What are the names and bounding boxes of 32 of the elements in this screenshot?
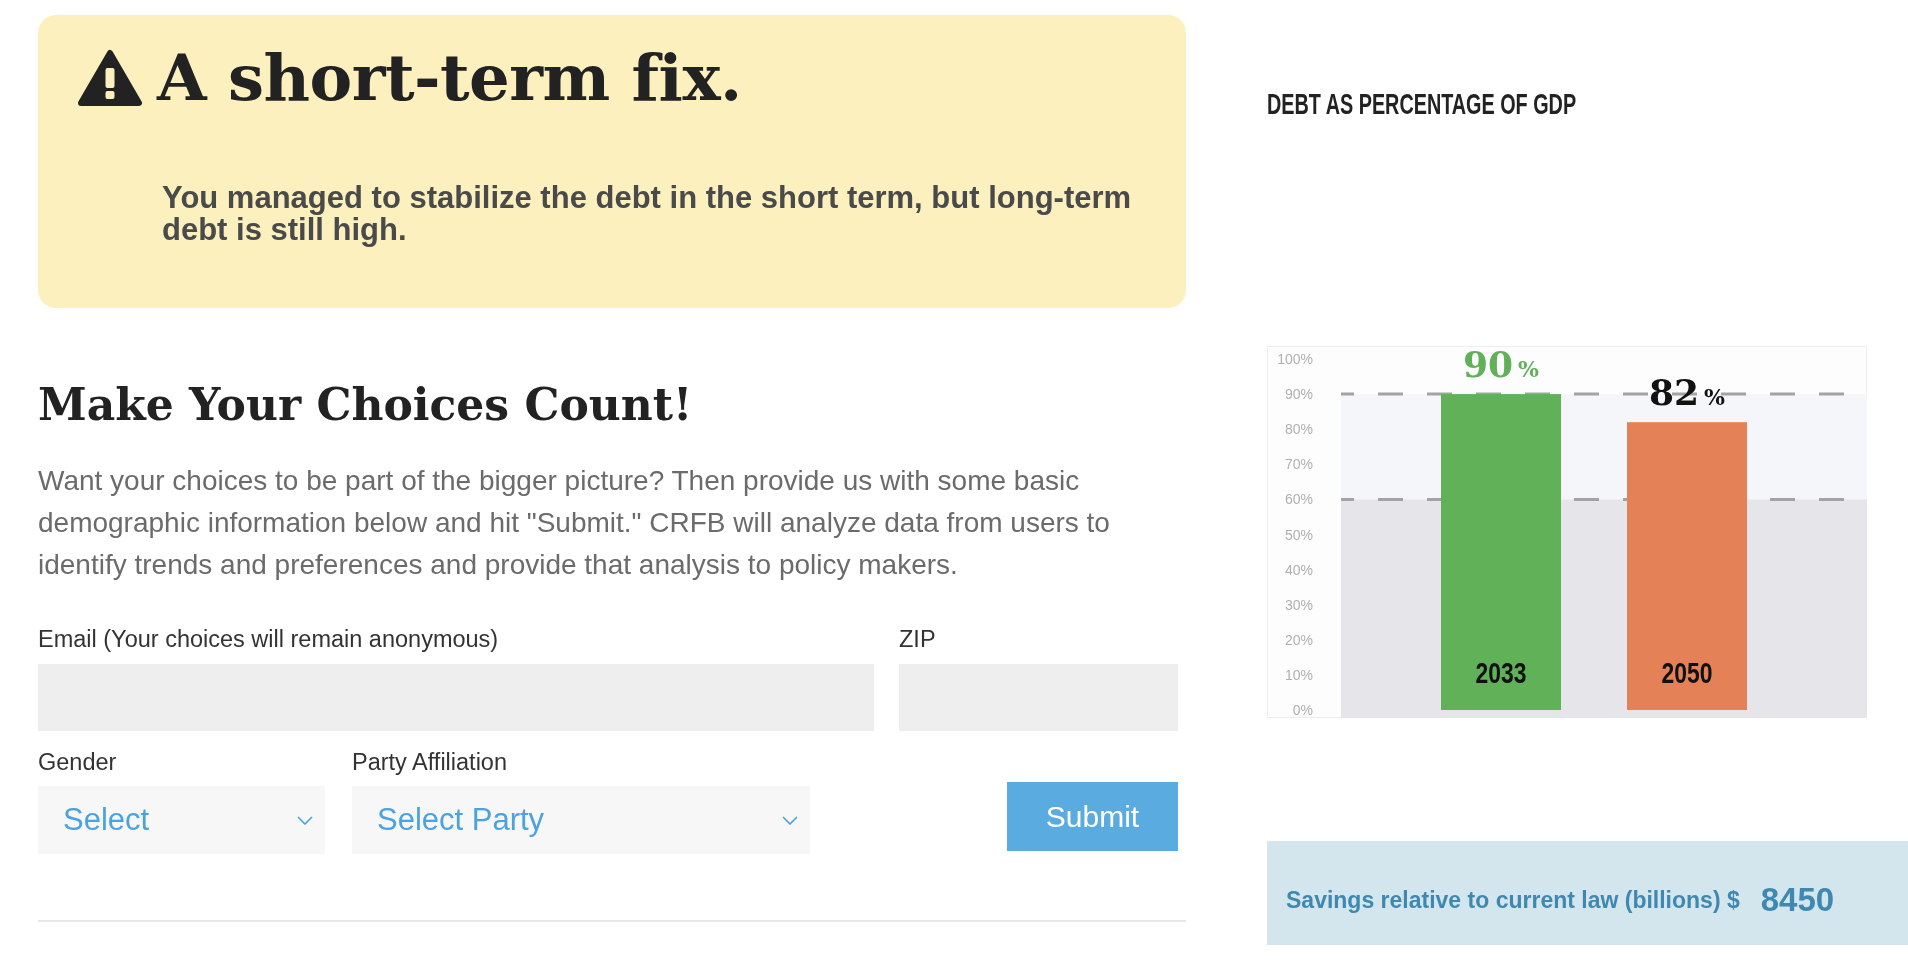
warning-icon bbox=[78, 49, 142, 107]
select-field[interactable]: Select bbox=[38, 786, 325, 854]
y-axis-label: 40% bbox=[1284, 561, 1313, 578]
chevron-down-icon bbox=[782, 815, 798, 825]
field-label: Party Affiliation bbox=[352, 749, 507, 775]
chevron-down-icon bbox=[297, 815, 313, 825]
y-axis-label: 70% bbox=[1284, 456, 1313, 473]
category-label: 2033 bbox=[1475, 656, 1543, 689]
alert-title: A short-term fix. bbox=[157, 46, 742, 110]
select-field[interactable]: Select Party bbox=[352, 786, 810, 854]
field-label: Email (Your choices will remain anonymous) bbox=[38, 626, 499, 652]
intro-text: Want your choices to be part of the bigger picture? Then provide us with some basic demographic information below and hit "Submit." CRFB will analyze data from users to identify trends and preferences and provide that analysis to policy makers. bbox=[38, 464, 1111, 582]
y-axis-label: 30% bbox=[1284, 596, 1313, 613]
y-axis-label: 10% bbox=[1284, 666, 1313, 683]
y-axis-label: 20% bbox=[1284, 631, 1313, 648]
y-axis-label: 50% bbox=[1284, 526, 1313, 543]
field-label: Gender bbox=[38, 749, 117, 775]
chart-title: DEBT AS PERCENTAGE OF GDP bbox=[1267, 90, 1577, 118]
submit-button[interactable]: Submit bbox=[1007, 782, 1178, 851]
y-axis-label: 100% bbox=[1277, 351, 1313, 367]
y-axis-label: 0% bbox=[1292, 702, 1313, 718]
value-label: 90% bbox=[1463, 346, 1539, 386]
y-axis-label: 60% bbox=[1284, 491, 1313, 508]
category-label: 2050 bbox=[1661, 656, 1729, 689]
savings-value: 8450 bbox=[1760, 881, 1835, 919]
alert-message: You managed to stabilize the debt in the short term, but long-term debt is still high. bbox=[162, 182, 1133, 246]
savings-label: Savings relative to current law (billions) $ bbox=[1286, 886, 1740, 914]
value-label: 82% bbox=[1649, 371, 1725, 414]
field-label: ZIP bbox=[899, 626, 936, 652]
y-axis-label: 80% bbox=[1284, 421, 1313, 438]
y-axis-label: 90% bbox=[1284, 386, 1313, 403]
section-heading: Make Your Choices Count! bbox=[38, 379, 694, 431]
